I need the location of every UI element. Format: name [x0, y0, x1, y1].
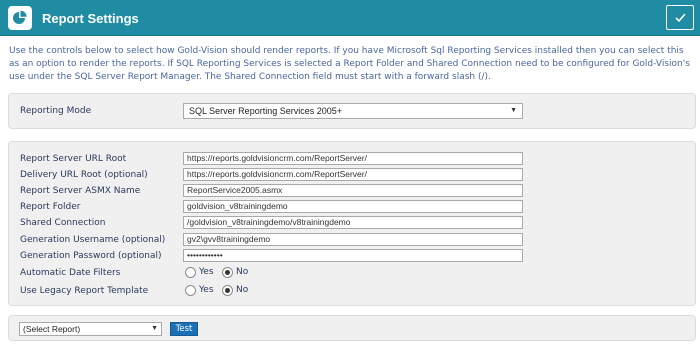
delivery-url-label: Delivery URL Root (optional) — [20, 170, 148, 180]
checkmark-icon — [675, 13, 686, 23]
auto-date-filters-row: Automatic Date Filters Yes No — [20, 265, 690, 282]
delivery-url-input[interactable]: https://reports.goldvisioncrm.com/Report… — [183, 168, 523, 181]
legacy-template-no-label: No — [236, 285, 249, 295]
dropdown-arrow-icon: ▼ — [510, 107, 517, 114]
legacy-template-yes-label: Yes — [199, 285, 214, 295]
legacy-template-label: Use Legacy Report Template — [20, 286, 149, 296]
pie-chart-icon — [8, 6, 32, 30]
generation-password-label: Generation Password (optional) — [20, 251, 162, 261]
shared-connection-row: Shared Connection /goldvision_v8training… — [20, 215, 690, 232]
generation-username-input[interactable]: gv2\gvv8trainingdemo — [183, 233, 523, 246]
legacy-template-no-radio[interactable] — [222, 285, 233, 296]
report-folder-input[interactable]: goldvision_v8trainingdemo — [183, 200, 523, 213]
title-bar: Report Settings — [0, 0, 700, 36]
auto-date-filters-yes-label: Yes — [199, 267, 214, 277]
report-folder-row: Report Folder goldvision_v8trainingdemo — [20, 199, 690, 216]
page-title: Report Settings — [42, 11, 139, 26]
delivery-url-row: Delivery URL Root (optional) https://rep… — [20, 167, 690, 184]
legacy-template-row: Use Legacy Report Template Yes No — [20, 283, 690, 300]
test-report-panel: (Select Report) ▼ Test — [8, 315, 696, 341]
save-button[interactable] — [666, 5, 694, 30]
generation-username-row: Generation Username (optional) gv2\gvv8t… — [20, 232, 690, 249]
reporting-mode-value: SQL Server Reporting Services 2005+ — [189, 106, 342, 116]
asmx-name-input[interactable]: ReportService2005.asmx — [183, 184, 523, 197]
report-folder-label: Report Folder — [20, 202, 81, 212]
report-server-settings-panel: Report Server URL Root https://reports.g… — [8, 141, 696, 306]
asmx-name-label: Report Server ASMX Name — [20, 186, 141, 196]
test-button[interactable]: Test — [170, 322, 198, 336]
reporting-mode-row: Reporting Mode SQL Server Reporting Serv… — [20, 103, 690, 120]
auto-date-filters-no-label: No — [236, 267, 249, 277]
reporting-mode-panel: Reporting Mode SQL Server Reporting Serv… — [8, 93, 696, 129]
auto-date-filters-label: Automatic Date Filters — [20, 268, 121, 278]
reporting-mode-select[interactable]: SQL Server Reporting Services 2005+ ▼ — [183, 103, 523, 119]
instructions-text: Use the controls below to select how Gol… — [9, 46, 690, 82]
auto-date-filters-yes-radio[interactable] — [185, 267, 196, 278]
generation-password-input[interactable]: •••••••••••• — [183, 249, 523, 262]
report-select-value: (Select Report) — [23, 324, 81, 334]
generation-username-label: Generation Username (optional) — [20, 235, 166, 245]
report-server-url-label: Report Server URL Root — [20, 154, 127, 164]
generation-password-row: Generation Password (optional) •••••••••… — [20, 248, 690, 265]
report-server-url-row: Report Server URL Root https://reports.g… — [20, 151, 690, 168]
dropdown-arrow-icon: ▼ — [151, 325, 158, 332]
asmx-name-row: Report Server ASMX Name ReportService200… — [20, 183, 690, 200]
legacy-template-yes-radio[interactable] — [185, 285, 196, 296]
shared-connection-label: Shared Connection — [20, 218, 106, 228]
report-server-url-input[interactable]: https://reports.goldvisioncrm.com/Report… — [183, 152, 523, 165]
reporting-mode-label: Reporting Mode — [20, 106, 92, 116]
shared-connection-input[interactable]: /goldvision_v8trainingdemo/v8trainingdem… — [183, 216, 523, 229]
report-select[interactable]: (Select Report) ▼ — [19, 322, 162, 336]
auto-date-filters-no-radio[interactable] — [222, 267, 233, 278]
